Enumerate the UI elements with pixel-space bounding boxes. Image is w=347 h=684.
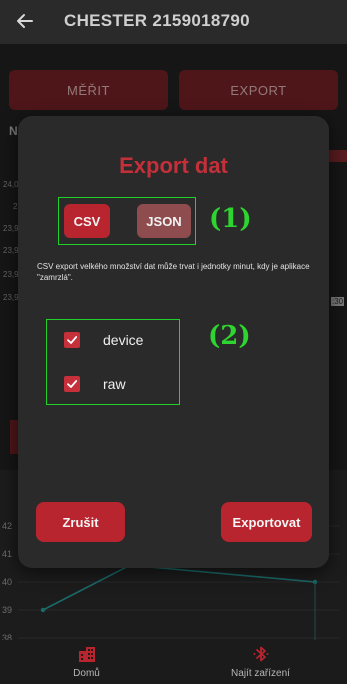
option-raw[interactable]: raw bbox=[64, 375, 174, 393]
format-selector: CSV JSON bbox=[58, 197, 196, 245]
csv-format-button[interactable]: CSV bbox=[64, 204, 110, 238]
page-title: CHESTER 2159018790 bbox=[64, 11, 250, 30]
annotation-label-2: (2) bbox=[208, 321, 251, 351]
arrow-left-icon[interactable] bbox=[14, 10, 36, 32]
nav-item-home[interactable]: Domů bbox=[0, 640, 173, 684]
nav-item-find-device[interactable]: Najít zařízení bbox=[174, 640, 347, 684]
cancel-button[interactable]: Zrušit bbox=[36, 502, 125, 542]
dialog-title: Export dat bbox=[119, 153, 228, 178]
export-dialog: Export dat CSV JSON (1) CSV export velké… bbox=[18, 116, 329, 568]
checkbox-checked-icon[interactable] bbox=[64, 376, 80, 392]
export-options: device raw bbox=[46, 319, 180, 405]
option-label: device bbox=[103, 332, 144, 348]
export-note: CSV export velkého množství dat může trv… bbox=[37, 262, 310, 282]
bottom-navigation: Domů Najít zařízení bbox=[0, 640, 347, 684]
checkbox-checked-icon[interactable] bbox=[64, 332, 80, 348]
annotation-label-1: (1) bbox=[209, 204, 252, 234]
bluetooth-icon bbox=[253, 646, 268, 662]
option-label: raw bbox=[103, 376, 126, 392]
nav-label-home: Domů bbox=[73, 668, 100, 679]
option-device[interactable]: device bbox=[64, 331, 174, 349]
buildings-icon bbox=[78, 647, 95, 662]
json-format-button[interactable]: JSON bbox=[137, 204, 191, 238]
app-bar: CHESTER 2159018790 bbox=[0, 0, 347, 44]
export-confirm-button[interactable]: Exportovat bbox=[221, 502, 312, 542]
nav-label-find-device: Najít zařízení bbox=[231, 668, 290, 679]
